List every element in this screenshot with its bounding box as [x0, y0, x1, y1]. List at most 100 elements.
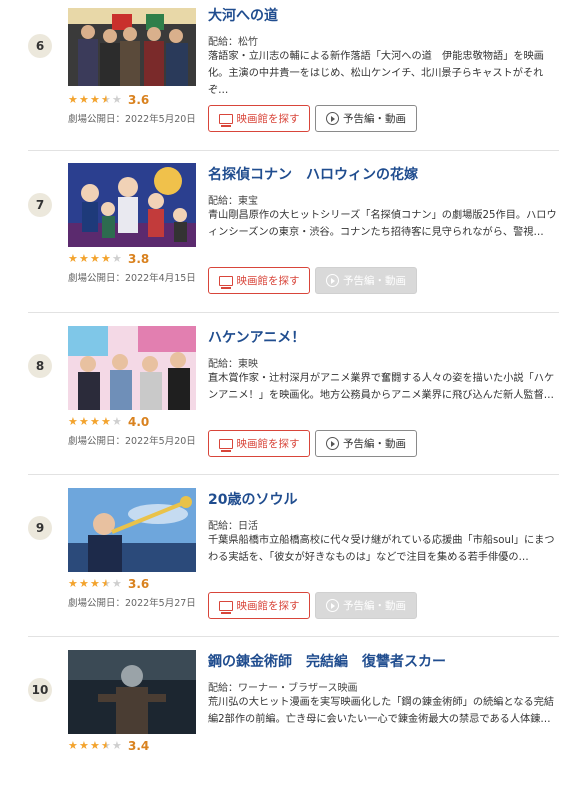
star-rating: ★ ★ ★ ★ ★ — [68, 416, 123, 428]
release-date: 劇場公開日：2022年5月20日 — [68, 436, 196, 447]
star-icon: ★ — [68, 577, 78, 590]
rating: ★ ★ ★ ★ ★ 3.6 — [68, 577, 149, 591]
find-theater-button[interactable]: 映画館を探す — [208, 267, 310, 294]
rating-score: 3.6 — [128, 577, 150, 591]
movie-description: 落語家・立川志の輔による新作落語「大河への道 伊能忠敬物語」を映画化。主演の中井… — [208, 51, 544, 96]
movie-item: 9 ★ ★ ★ ★ ★ 3.6 劇場公開日：2022年5月27日 20歳のソウル 配給：… — [0, 488, 575, 650]
movie-poster[interactable] — [68, 8, 196, 86]
play-icon — [326, 274, 339, 287]
star-icon: ★ — [90, 415, 100, 428]
screen-icon — [218, 600, 233, 614]
trailer-label: 予告編・動画 — [343, 600, 406, 612]
rank-badge: 9 — [28, 516, 52, 540]
star-icon: ★ — [79, 739, 89, 752]
star-icon: ★ — [79, 577, 89, 590]
distributor: 配給：日活 — [208, 521, 258, 532]
star-icon: ★ — [68, 415, 78, 428]
star-icon: ★ — [101, 252, 111, 265]
star-icon: ★ — [112, 739, 122, 752]
distributor: 配給：松竹 — [208, 37, 258, 48]
star-icon: ★ — [68, 739, 78, 752]
rating: ★ ★ ★ ★ ★ 3.4 — [68, 739, 149, 753]
movie-item: 7 ★ ★ ★ ★ ★ 3.8 劇場公開日：2022年4月15日 名探偵コナン … — [0, 163, 575, 325]
divider — [28, 312, 559, 313]
movie-title[interactable]: 鋼の錬金術師 完結編 復讐者スカー — [208, 651, 446, 671]
screen-icon — [218, 438, 233, 452]
find-theater-label: 映画館を探す — [236, 275, 300, 287]
star-rating: ★ ★ ★ ★ ★ — [68, 94, 123, 106]
movie-item: 6 ★ ★ ★ ★ ★ 3.6 劇場公開日：2022年5月20日 大河への道 配… — [0, 8, 575, 170]
movie-poster[interactable] — [68, 163, 196, 247]
rating: ★ ★ ★ ★ ★ 3.8 — [68, 252, 149, 266]
star-icon: ★ — [68, 93, 78, 106]
rank-badge: 10 — [28, 678, 52, 702]
rating-score: 4.0 — [128, 415, 150, 429]
star-icon: ★ — [90, 252, 100, 265]
screen-icon — [218, 113, 233, 127]
movie-description: 青山剛昌原作の大ヒットシリーズ「名探偵コナン」の劇場版25作目。ハロウィンシーズ… — [208, 210, 557, 238]
trailer-label: 予告編・動画 — [343, 275, 406, 287]
find-theater-button[interactable]: 映画館を探す — [208, 105, 310, 132]
star-icon: ★ — [79, 415, 89, 428]
star-icon: ★ — [101, 93, 111, 106]
rank-badge: 7 — [28, 193, 52, 217]
star-icon: ★ — [101, 739, 111, 752]
movie-title[interactable]: 名探偵コナン ハロウィンの花嫁 — [208, 164, 418, 184]
find-theater-label: 映画館を探す — [236, 438, 300, 450]
rating-score: 3.6 — [128, 93, 150, 107]
divider — [28, 474, 559, 475]
trailer-label: 予告編・動画 — [343, 113, 406, 125]
movie-item: 8 ★ ★ ★ ★ ★ 4.0 劇場公開日：2022年5月20日 ハケンアニメ！ 配給：… — [0, 326, 575, 488]
distributor: 配給：東映 — [208, 359, 258, 370]
movie-poster[interactable] — [68, 326, 196, 410]
rating: ★ ★ ★ ★ ★ 3.6 — [68, 93, 149, 107]
rating-score: 3.4 — [128, 739, 150, 753]
play-icon — [326, 112, 339, 125]
movie-description: 千葉県船橋市立船橋高校に代々受け継がれている応援曲「市船soul」にまつわる実話… — [208, 535, 555, 563]
find-theater-button[interactable]: 映画館を探す — [208, 430, 310, 457]
star-icon: ★ — [112, 252, 122, 265]
movie-item: 10 ★ ★ ★ ★ ★ 3.4 鋼の錬金術師 完結編 復讐者スカー 配給：ワーナー・ブ… — [0, 650, 575, 812]
trailer-button: 予告編・動画 — [315, 592, 417, 619]
release-date: 劇場公開日：2022年5月27日 — [68, 598, 196, 609]
trailer-button[interactable]: 予告編・動画 — [315, 105, 417, 132]
movie-description: 荒川弘の大ヒット漫画を実写映画化した「鋼の錬金術師」の続編となる完結編2部作の前… — [208, 697, 555, 725]
rating: ★ ★ ★ ★ ★ 4.0 — [68, 415, 149, 429]
play-icon — [326, 437, 339, 450]
star-icon: ★ — [101, 415, 111, 428]
star-icon: ★ — [90, 739, 100, 752]
release-date: 劇場公開日：2022年5月20日 — [68, 114, 196, 125]
distributor: 配給：ワーナー・ブラザース映画 — [208, 683, 358, 694]
star-icon: ★ — [79, 93, 89, 106]
movie-title[interactable]: ハケンアニメ！ — [208, 327, 305, 347]
star-rating: ★ ★ ★ ★ ★ — [68, 740, 123, 752]
star-icon: ★ — [90, 577, 100, 590]
star-icon: ★ — [79, 252, 89, 265]
movie-description: 直木賞作家・辻村深月がアニメ業界で奮闘する人々の姿を描いた小説「ハケンアニメ！」… — [208, 373, 555, 401]
star-rating: ★ ★ ★ ★ ★ — [68, 578, 123, 590]
star-icon: ★ — [112, 577, 122, 590]
rating-score: 3.8 — [128, 252, 150, 266]
star-rating: ★ ★ ★ ★ ★ — [68, 253, 123, 265]
star-icon: ★ — [112, 93, 122, 106]
movie-title[interactable]: 大河への道 — [208, 5, 278, 25]
star-icon: ★ — [101, 577, 111, 590]
star-icon: ★ — [68, 252, 78, 265]
movie-poster[interactable] — [68, 488, 196, 572]
divider — [28, 150, 559, 151]
star-icon: ★ — [90, 93, 100, 106]
screen-icon — [218, 275, 233, 289]
movie-title[interactable]: 20歳のソウル — [208, 489, 297, 509]
divider — [28, 636, 559, 637]
find-theater-label: 映画館を探す — [236, 600, 300, 612]
distributor: 配給：東宝 — [208, 196, 258, 207]
trailer-button: 予告編・動画 — [315, 267, 417, 294]
movie-poster[interactable] — [68, 650, 196, 734]
release-date: 劇場公開日：2022年4月15日 — [68, 273, 196, 284]
trailer-label: 予告編・動画 — [343, 438, 406, 450]
rank-badge: 8 — [28, 354, 52, 378]
play-icon — [326, 599, 339, 612]
find-theater-button[interactable]: 映画館を探す — [208, 592, 310, 619]
rank-badge: 6 — [28, 34, 52, 58]
trailer-button[interactable]: 予告編・動画 — [315, 430, 417, 457]
